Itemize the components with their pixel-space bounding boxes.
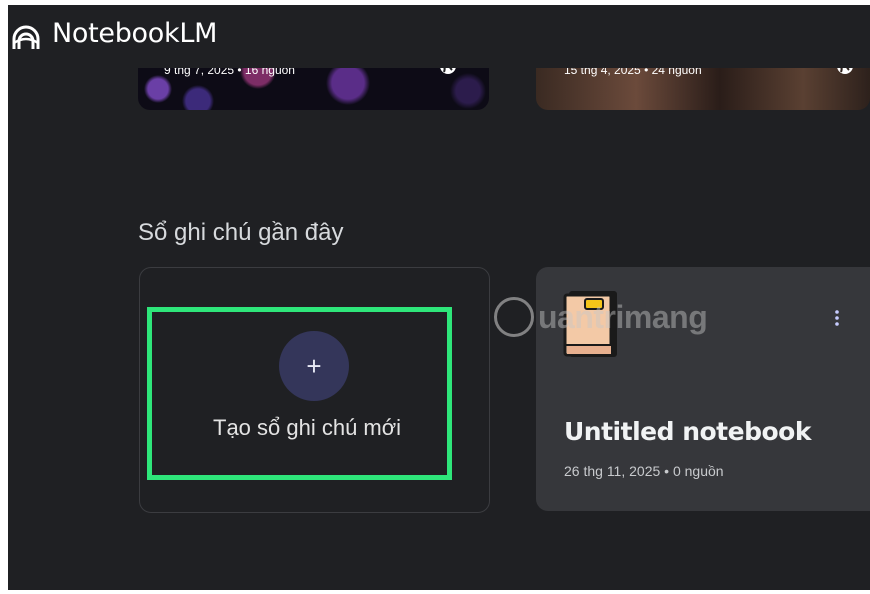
more-options-icon[interactable]: [834, 309, 840, 327]
create-notebook-label[interactable]: Tạo sổ ghi chú mới: [213, 415, 401, 441]
add-icon[interactable]: +: [279, 331, 349, 401]
featured-notebook-card[interactable]: 9 thg 7, 2025 • 16 nguồn: [138, 61, 489, 110]
notebook-title[interactable]: Untitled notebook: [564, 417, 811, 446]
notebooklm-app: NotebookLM 9 thg 7, 2025 • 16 nguồn 15 t…: [8, 5, 870, 590]
notebooklm-logo-icon[interactable]: [11, 23, 41, 51]
notebook-meta: 26 thg 11, 2025 • 0 nguồn: [564, 463, 724, 479]
watermark-bulb-icon: [494, 297, 534, 337]
header: NotebookLM: [8, 5, 870, 68]
app-title[interactable]: NotebookLM: [52, 18, 217, 49]
featured-notebook-card[interactable]: 15 thg 4, 2025 • 24 nguồn: [536, 61, 870, 110]
book-icon: [563, 291, 617, 357]
recent-notebooks-heading: Sổ ghi chú gần đây: [138, 219, 344, 246]
